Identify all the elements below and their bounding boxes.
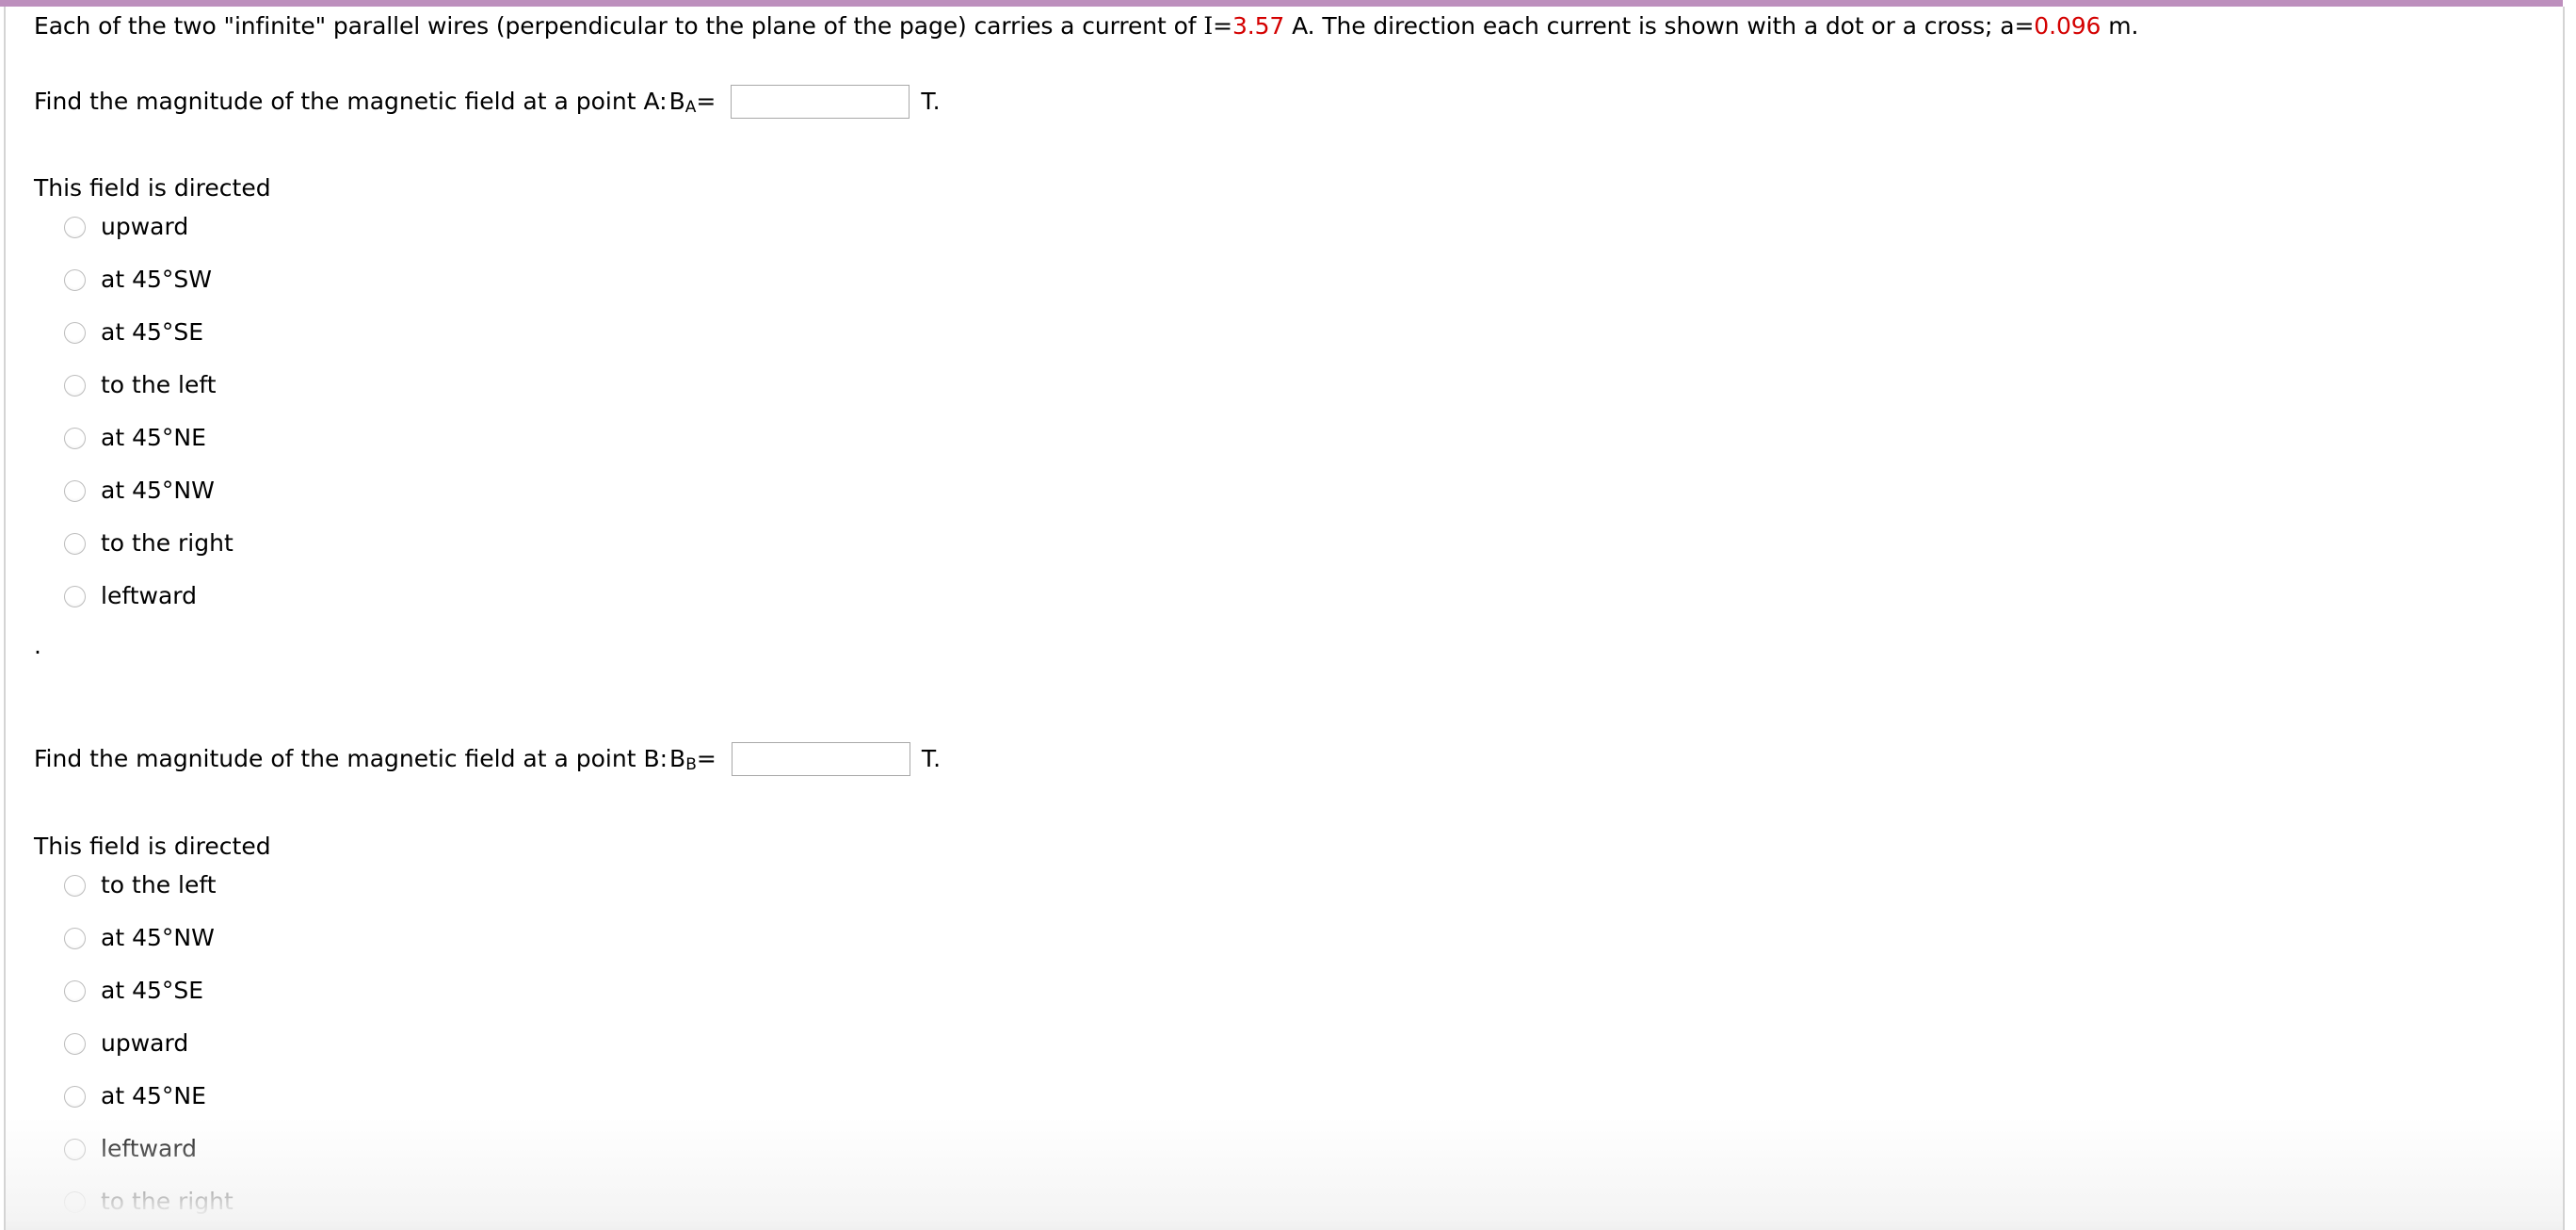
- current-symbol-label: I=: [1203, 12, 1232, 40]
- radio-icon[interactable]: [64, 216, 86, 238]
- question-content: Each of the two "infinite" parallel wire…: [0, 0, 2576, 1230]
- radio-icon[interactable]: [64, 268, 86, 291]
- answer-input-b[interactable]: [731, 742, 910, 776]
- option-label: at 45°SW: [101, 266, 212, 293]
- option-row[interactable]: at 45°SW: [64, 253, 233, 306]
- radio-icon[interactable]: [64, 374, 86, 397]
- radio-icon[interactable]: [64, 1085, 86, 1108]
- option-label: to the right: [101, 529, 233, 557]
- option-label: at 45°NW: [101, 924, 215, 951]
- question-a-direction-label: This field is directed: [34, 174, 271, 202]
- radio-icon[interactable]: [64, 585, 86, 607]
- current-value: 3.57: [1232, 12, 1285, 40]
- option-row[interactable]: to the left: [64, 359, 233, 412]
- question-a-options: upward at 45°SW at 45°SE to the left at …: [64, 201, 233, 623]
- option-label: at 45°SE: [101, 977, 204, 1004]
- option-label: at 45°SE: [101, 318, 204, 346]
- question-a-variable-subscript: A: [684, 98, 697, 117]
- option-label: to the left: [101, 371, 217, 398]
- option-row[interactable]: at 45°NW: [64, 464, 233, 517]
- option-row[interactable]: at 45°NE: [64, 412, 233, 464]
- radio-icon[interactable]: [64, 1138, 86, 1160]
- question-a-variable: BA=: [669, 88, 716, 116]
- option-label: at 45°NW: [101, 477, 215, 504]
- question-a-prompt: Find the magnitude of the magnetic field…: [34, 88, 668, 115]
- question-b-variable-base: B: [669, 745, 686, 772]
- option-row[interactable]: upward: [64, 1017, 233, 1070]
- stray-period-text: .: [34, 632, 41, 659]
- problem-statement: Each of the two "infinite" parallel wire…: [34, 12, 2138, 40]
- question-a-row: Find the magnitude of the magnetic field…: [34, 85, 941, 119]
- distance-symbol-label: a=: [2000, 12, 2035, 40]
- option-row[interactable]: leftward: [64, 1123, 233, 1175]
- option-label: to the left: [101, 871, 217, 898]
- question-b-row: Find the magnitude of the magnetic field…: [34, 742, 941, 776]
- radio-icon[interactable]: [64, 479, 86, 502]
- option-row[interactable]: at 45°SE: [64, 964, 233, 1017]
- option-row[interactable]: at 45°NE: [64, 1070, 233, 1123]
- option-row[interactable]: to the right: [64, 1175, 233, 1228]
- radio-icon[interactable]: [64, 1032, 86, 1055]
- radio-icon[interactable]: [64, 927, 86, 949]
- problem-statement-part2: A. The direction each current is shown w…: [1284, 12, 2001, 40]
- question-b-unit: T.: [921, 745, 942, 772]
- question-b-variable: BB=: [669, 745, 716, 773]
- option-row[interactable]: at 45°SE: [64, 306, 233, 359]
- problem-statement-part3: m.: [2101, 12, 2139, 40]
- question-a-variable-base: B: [668, 88, 685, 115]
- radio-icon[interactable]: [64, 427, 86, 449]
- radio-icon[interactable]: [64, 874, 86, 897]
- radio-icon[interactable]: [64, 321, 86, 344]
- question-b-prompt: Find the magnitude of the magnetic field…: [34, 745, 668, 772]
- question-b-equals: =: [696, 745, 716, 772]
- option-label: at 45°NE: [101, 424, 206, 451]
- answer-input-a[interactable]: [731, 85, 910, 119]
- question-a-unit: T.: [921, 88, 941, 115]
- option-row[interactable]: at 45°NW: [64, 912, 233, 964]
- question-b-direction-label: This field is directed: [34, 833, 271, 860]
- option-row[interactable]: leftward: [64, 570, 233, 623]
- option-label: leftward: [101, 582, 197, 609]
- radio-icon[interactable]: [64, 532, 86, 555]
- option-label: upward: [101, 1029, 189, 1057]
- distance-value: 0.096: [2034, 12, 2101, 40]
- option-row[interactable]: to the left: [64, 859, 233, 912]
- option-label: to the right: [101, 1188, 233, 1215]
- option-label: upward: [101, 213, 189, 240]
- option-label: at 45°NE: [101, 1082, 206, 1109]
- question-b-options: to the left at 45°NW at 45°SE upward at …: [64, 859, 233, 1228]
- question-b-variable-subscript: B: [685, 755, 697, 774]
- question-a-equals: =: [696, 88, 716, 115]
- radio-icon[interactable]: [64, 1190, 86, 1213]
- page-frame: Each of the two "infinite" parallel wire…: [0, 0, 2576, 1230]
- option-label: leftward: [101, 1135, 197, 1162]
- option-row[interactable]: to the right: [64, 517, 233, 570]
- problem-statement-part1: Each of the two "infinite" parallel wire…: [34, 12, 1204, 40]
- radio-icon[interactable]: [64, 979, 86, 1002]
- option-row[interactable]: upward: [64, 201, 233, 253]
